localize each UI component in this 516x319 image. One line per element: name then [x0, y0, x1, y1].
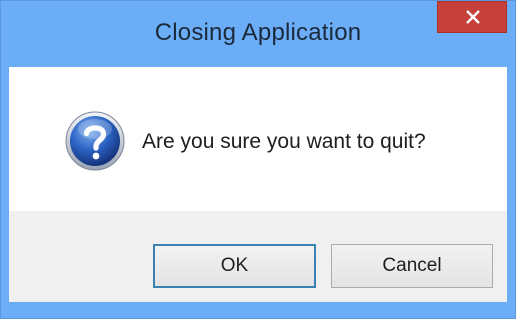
cancel-button[interactable]: Cancel [331, 244, 493, 288]
close-button[interactable] [437, 1, 507, 33]
close-icon [466, 10, 480, 24]
ok-button[interactable]: OK [153, 244, 316, 288]
button-area: OK Cancel [9, 211, 507, 302]
question-icon [65, 111, 125, 171]
dialog-content: Are you sure you want to quit? [9, 67, 507, 211]
dialog-window: Closing Application Are you sure you wan… [0, 0, 516, 319]
title-bar[interactable]: Closing Application [1, 1, 515, 67]
dialog-message: Are you sure you want to quit? [142, 130, 426, 153]
